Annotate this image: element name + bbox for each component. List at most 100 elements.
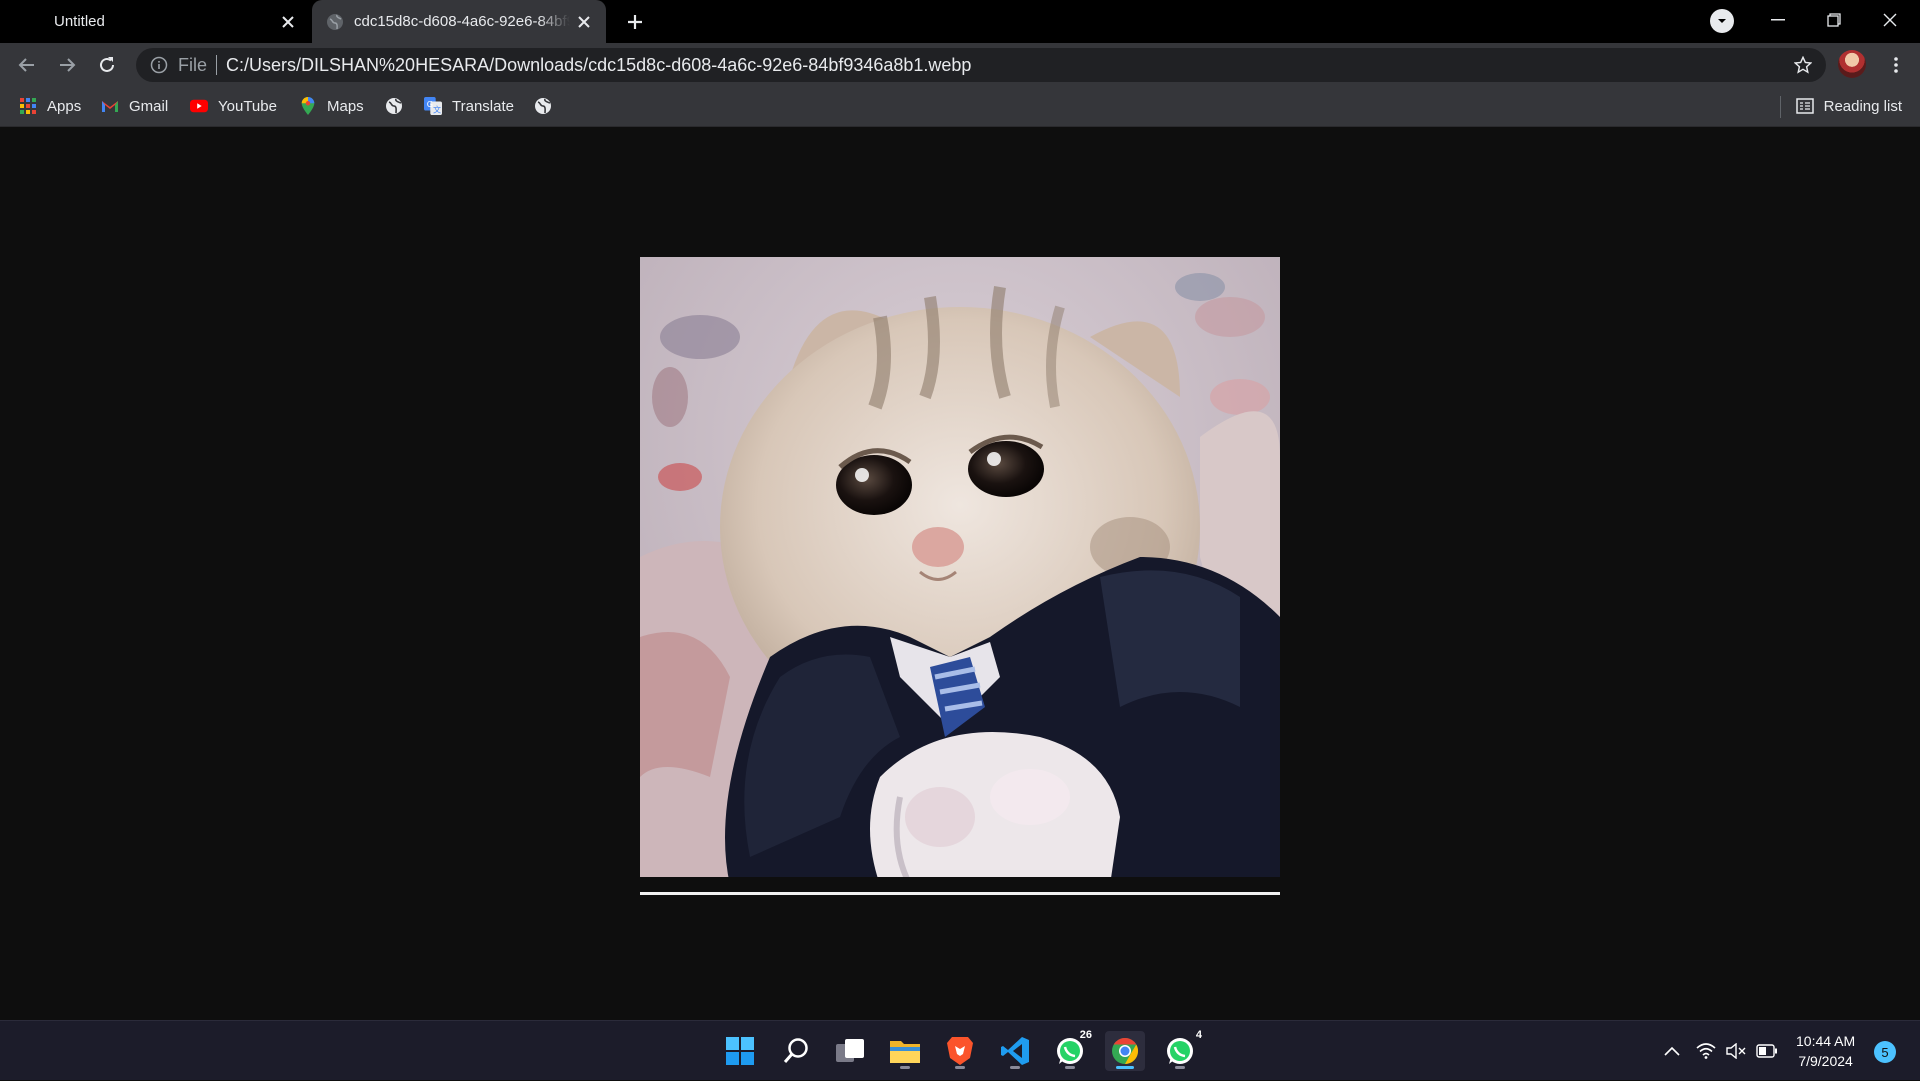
forward-button[interactable] <box>51 49 83 81</box>
brave-lion-icon <box>947 1037 973 1065</box>
whatsapp-business-button[interactable]: 4 <box>1160 1029 1202 1071</box>
info-icon[interactable] <box>150 56 168 74</box>
running-indicator <box>955 1066 965 1069</box>
bookmark-gmail[interactable]: Gmail <box>101 87 168 125</box>
task-view-icon <box>836 1039 864 1062</box>
running-indicator <box>900 1066 910 1069</box>
close-icon <box>1883 13 1897 27</box>
tab-strip: Untitled cdc15d8c-d608-4a6c-92e6-84bf934… <box>0 0 1920 43</box>
chevron-down-icon <box>1718 19 1726 23</box>
translate-icon: G文 <box>424 97 442 115</box>
tab-title: cdc15d8c-d608-4a6c-92e6-84bf9346a8b1.web… <box>354 13 570 30</box>
wifi-icon <box>1696 1043 1716 1059</box>
close-tab-icon[interactable] <box>570 8 598 36</box>
globe-favicon-icon <box>327 13 343 30</box>
tab-webp-file[interactable]: cdc15d8c-d608-4a6c-92e6-84bf9346a8b1.web… <box>312 0 606 43</box>
reading-list-label: Reading list <box>1823 97 1902 115</box>
vscode-button[interactable] <box>995 1031 1035 1071</box>
url-scheme-label: File <box>178 54 208 75</box>
address-bar[interactable]: File C:/Users/DILSHAN%20HESARA/Downloads… <box>136 48 1826 82</box>
brave-button[interactable] <box>940 1031 980 1071</box>
back-button[interactable] <box>11 49 43 81</box>
page-viewport <box>0 128 1920 1020</box>
chrome-icon <box>1112 1037 1139 1065</box>
bookmark-youtube[interactable]: YouTube <box>190 87 277 125</box>
clock[interactable]: 10:44 AM 7/9/2024 <box>1796 1031 1855 1071</box>
bookmark-translate[interactable]: G文 Translate <box>424 87 514 125</box>
globe-icon <box>535 98 551 114</box>
windows-taskbar: 26 4 10:44 AM 7/9/2024 5 <box>0 1020 1920 1080</box>
profile-avatar[interactable] <box>1838 50 1866 78</box>
clock-date: 7/9/2024 <box>1798 1053 1853 1069</box>
reading-list-button[interactable]: Reading list <box>1795 87 1902 125</box>
clock-time: 10:44 AM <box>1796 1033 1856 1049</box>
minimize-icon <box>1771 19 1785 21</box>
youtube-icon <box>190 99 208 113</box>
network-button[interactable] <box>1696 1021 1716 1081</box>
apps-grid-icon <box>20 98 36 114</box>
chrome-button[interactable] <box>1105 1031 1145 1071</box>
whatsapp-business-icon <box>1167 1038 1193 1064</box>
bookmark-label: Gmail <box>129 97 169 115</box>
displayed-image[interactable] <box>640 257 1280 885</box>
taskbar-search-button[interactable] <box>776 1031 816 1071</box>
url-text[interactable]: C:/Users/DILSHAN%20HESARA/Downloads/cdc1… <box>226 55 971 76</box>
bookmark-apps[interactable]: Apps <box>19 87 81 125</box>
image-underline <box>640 892 1280 895</box>
svg-text:文: 文 <box>433 104 441 114</box>
notification-badge[interactable]: 5 <box>1874 1041 1896 1063</box>
restore-button[interactable] <box>1806 0 1862 40</box>
reload-icon <box>100 57 114 72</box>
tab-title: Untitled <box>54 13 105 30</box>
start-button[interactable] <box>720 1031 760 1071</box>
divider <box>1780 96 1781 118</box>
restore-icon <box>1827 13 1841 27</box>
volume-muted-icon <box>1726 1043 1746 1059</box>
bookmark-label: Translate <box>452 97 514 115</box>
tab-search-button[interactable] <box>1710 9 1734 33</box>
arrow-left-icon <box>18 58 34 72</box>
battery-button[interactable] <box>1756 1021 1778 1081</box>
bookmark-label: Apps <box>47 97 82 115</box>
volume-button[interactable] <box>1726 1021 1746 1081</box>
file-explorer-button[interactable] <box>885 1031 925 1071</box>
close-window-button[interactable] <box>1862 0 1918 40</box>
folder-icon <box>890 1041 920 1063</box>
running-indicator <box>1175 1066 1185 1069</box>
reload-button[interactable] <box>91 49 123 81</box>
vscode-icon <box>1001 1037 1029 1065</box>
new-tab-button[interactable] <box>620 7 650 37</box>
tab-untitled[interactable]: Untitled <box>0 0 310 43</box>
divider <box>216 55 218 75</box>
bookmark-star-icon[interactable] <box>1794 56 1812 74</box>
unread-badge: 26 <box>1079 1029 1092 1041</box>
bookmark-maps[interactable]: Maps <box>299 87 364 125</box>
bookmark-label: Maps <box>327 97 364 115</box>
task-view-button[interactable] <box>830 1031 870 1071</box>
bookmarks-bar: Apps Gmail YouTube Maps G文 Translate Rea… <box>0 87 1920 127</box>
running-indicator <box>1010 1066 1020 1069</box>
windows-logo-icon <box>726 1037 754 1065</box>
browser-toolbar: File C:/Users/DILSHAN%20HESARA/Downloads… <box>0 43 1920 87</box>
minimize-button[interactable] <box>1750 0 1806 40</box>
chevron-up-icon <box>1664 1046 1680 1056</box>
reading-list-icon <box>1795 98 1814 114</box>
bookmark-globe-1[interactable] <box>385 87 413 125</box>
bookmark-label: YouTube <box>218 97 277 115</box>
close-tab-icon[interactable] <box>274 8 302 36</box>
browser-menu-button[interactable] <box>1880 49 1912 81</box>
search-icon <box>783 1038 808 1063</box>
maps-icon <box>301 97 315 115</box>
show-hidden-icons-button[interactable] <box>1664 1021 1680 1081</box>
arrow-right-icon <box>60 58 76 72</box>
whatsapp-button[interactable]: 26 <box>1050 1029 1092 1071</box>
gmail-icon <box>102 101 118 112</box>
active-indicator <box>1116 1066 1134 1069</box>
battery-icon <box>1756 1044 1777 1058</box>
running-indicator <box>1065 1066 1075 1069</box>
unread-badge: 4 <box>1195 1029 1202 1041</box>
more-vert-icon <box>1894 57 1898 73</box>
globe-icon <box>386 98 402 114</box>
bookmark-globe-2[interactable] <box>534 87 562 125</box>
svg-text:G: G <box>427 99 433 109</box>
